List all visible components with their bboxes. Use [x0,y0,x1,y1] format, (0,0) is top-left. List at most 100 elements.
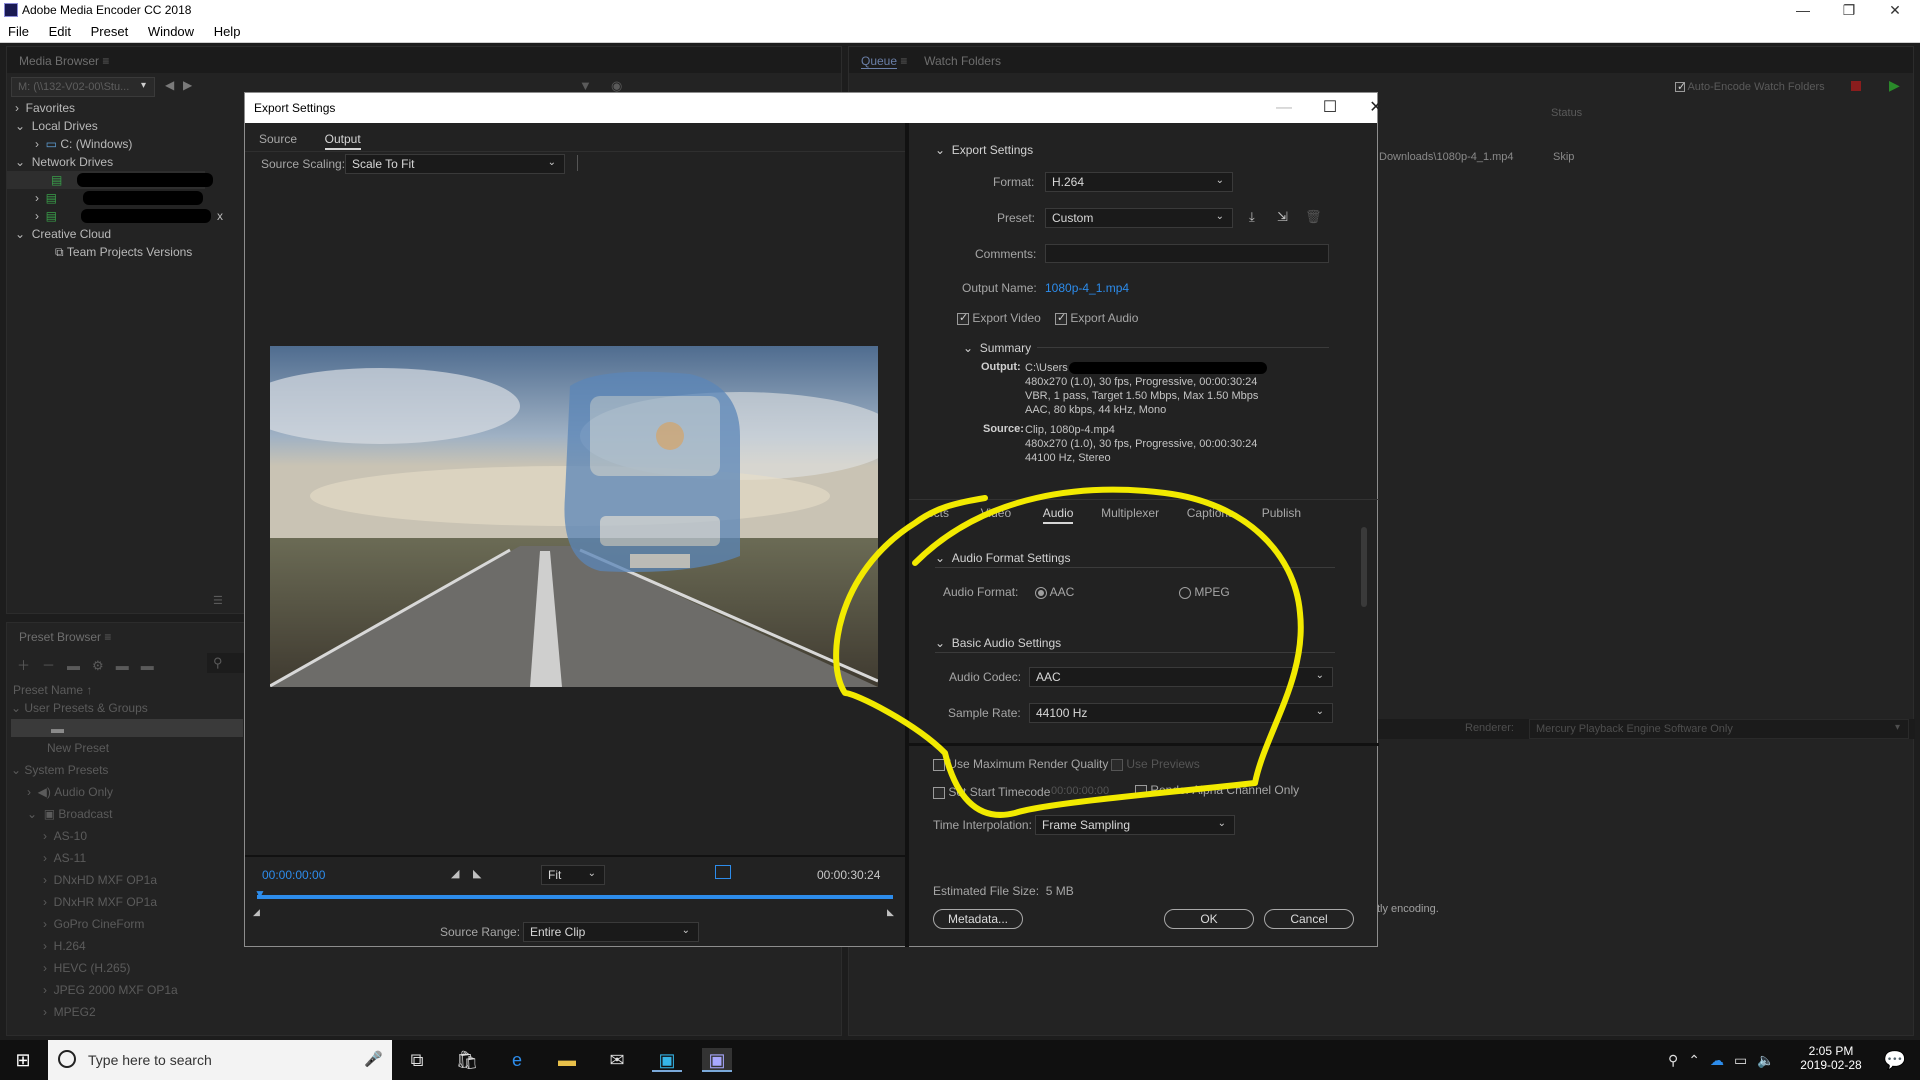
tree-creative-cloud[interactable]: ⌄ Creative Cloud [7,225,205,243]
preset-dropdown[interactable]: Custom ⌄ [1045,208,1233,228]
export-preset-icon[interactable]: ▬ [141,658,166,673]
people-icon[interactable]: ⚲ [1668,1052,1688,1068]
source-scaling-dropdown[interactable]: Scale To Fit ⌄ [345,154,565,174]
volume-icon[interactable]: 🔈 [1757,1052,1784,1068]
media-browser-path-dropdown[interactable]: M: (\\132-V02-00\Stu... ▾ [11,77,155,97]
zoom-dropdown[interactable]: Fit ⌄ [541,865,605,885]
taskbar-search-box[interactable]: Type here to search 🎤 [48,1040,392,1080]
network-icon[interactable]: ▭ [1734,1052,1757,1068]
microphone-icon[interactable]: 🎤 [364,1050,383,1068]
queue-item-path[interactable]: Downloads\1080p-4_1.mp4 [1379,151,1514,163]
mark-out-icon[interactable]: ◣ [473,867,481,880]
aspect-ratio-icon[interactable] [715,865,731,879]
timeline-scrub-bar[interactable] [257,895,893,899]
output-name-link[interactable]: 1080p-4_1.mp4 [1045,281,1129,295]
tree-c-drive[interactable]: › ▭ C: (Windows) [7,135,205,153]
minimize-icon[interactable]: — [1780,0,1826,20]
menu-window[interactable]: Window [140,20,202,39]
cancel-button[interactable]: Cancel [1264,909,1354,929]
system-presets-group[interactable]: ⌄ System Presets [11,761,108,779]
playhead-icon[interactable]: ▼ [254,887,266,901]
save-preset-icon[interactable]: ⤓ [1249,209,1255,225]
mark-in-icon[interactable]: ◢ [451,867,459,880]
tree-network-drive-1[interactable]: ▤ [7,171,213,189]
tab-queue[interactable]: Queue [861,54,898,69]
menu-file[interactable]: File [0,20,37,39]
mail-icon[interactable]: ✉ [602,1048,632,1072]
edge-browser-icon[interactable]: e [502,1048,532,1072]
preset-hevc[interactable]: › HEVC (H.265) [43,959,130,977]
preset-mpeg2[interactable]: › MPEG2 [43,1003,96,1021]
add-preset-icon[interactable]: ＋ [17,658,42,673]
export-video-toggle[interactable]: Export Video [957,311,1041,325]
tree-team-projects[interactable]: ⧉ Team Projects Versions [7,243,205,261]
stop-icon[interactable] [1851,81,1861,91]
preset-dnxhr[interactable]: › DNxHR MXF OP1a [43,893,157,911]
summary-header[interactable]: ⌄ Summary [963,341,1038,355]
import-preset-icon[interactable]: ▬ [116,658,141,673]
format-dropdown[interactable]: H.264 ⌄ [1045,172,1233,192]
export-video-checkbox[interactable] [957,311,969,325]
windows-start-icon[interactable]: ⊞ [8,1048,38,1072]
dialog-minimize-icon[interactable]: — [1261,93,1307,123]
taskbar-clock[interactable]: 2:05 PM 2019-02-28 [1796,1044,1866,1072]
store-icon[interactable]: 🛍 [452,1048,482,1072]
media-encoder-taskbar-icon[interactable]: ▣ [702,1048,732,1072]
show-hidden-icons[interactable]: ⌃ [1688,1052,1710,1068]
list-view-icon[interactable]: ☰ [213,594,223,607]
import-preset-icon[interactable]: ⇲ [1277,209,1288,225]
preset-dnxhd[interactable]: › DNxHD MXF OP1a [43,871,157,889]
menu-edit[interactable]: Edit [41,20,79,39]
tab-watch-folders[interactable]: Watch Folders [924,54,1001,68]
menu-help[interactable]: Help [206,20,249,39]
tree-network-drive-3[interactable]: › ▤ x [7,207,223,225]
dialog-close-icon[interactable]: ✕ [1353,93,1399,123]
new-preset-item[interactable]: New Preset [47,739,109,757]
export-audio-toggle[interactable]: Export Audio [1055,311,1138,325]
restore-icon[interactable]: ❐ [1826,0,1872,20]
tree-local-drives[interactable]: ⌄ Local Drives [7,117,205,135]
user-presets-group[interactable]: ⌄ User Presets & Groups [11,699,148,717]
tree-favorites[interactable]: › Favorites [7,99,205,117]
task-view-icon[interactable]: ⧉ [402,1048,432,1072]
export-settings-header[interactable]: ⌄ Export Settings [935,143,1033,157]
comments-field[interactable] [1045,244,1329,263]
delete-preset-icon[interactable]: 🗑 [1305,209,1322,225]
preset-h264[interactable]: › H.264 [43,937,86,955]
source-range-dropdown[interactable]: Entire Clip ⌄ [523,922,699,942]
tree-network-drives[interactable]: ⌄ Network Drives [7,153,205,171]
user-preset-folder-row[interactable]: ▬ [11,719,243,737]
forward-arrow-icon[interactable]: ▶ [183,78,192,92]
metadata-button[interactable]: Metadata... [933,909,1023,929]
renderer-dropdown[interactable]: Mercury Playback Engine Software Only ▾ [1529,719,1909,739]
preset-gopro[interactable]: › GoPro CineForm [43,915,144,933]
filter-icon[interactable]: ▼ [579,78,592,93]
out-point-icon[interactable]: ◣ [887,907,894,918]
auto-encode-toggle[interactable]: Auto-Encode Watch Folders [1675,80,1825,93]
preset-as10[interactable]: › AS-10 [43,827,87,845]
preset-settings-icon[interactable]: ⚙ [92,658,116,673]
drive-disconnect-x[interactable]: x [217,207,223,225]
remove-preset-icon[interactable]: － [42,658,67,673]
preset-as11[interactable]: › AS-11 [43,849,86,867]
in-point-icon[interactable]: ◢ [253,907,260,918]
tree-network-drive-2[interactable]: › ▤ [7,189,205,207]
export-audio-checkbox[interactable] [1055,311,1067,325]
start-queue-icon[interactable]: ▶ [1889,77,1900,94]
tab-output[interactable]: Output [324,132,361,150]
settings-scrollbar[interactable] [1361,527,1367,607]
auto-encode-checkbox[interactable] [1675,80,1686,93]
file-explorer-icon[interactable]: ▬ [552,1048,582,1072]
notifications-icon[interactable]: 💬 [1880,1048,1910,1072]
back-arrow-icon[interactable]: ◀ [165,78,174,92]
current-timecode[interactable]: 00:00:00:00 [262,868,325,882]
onedrive-icon[interactable]: ☁ [1710,1052,1734,1068]
menu-preset[interactable]: Preset [83,20,137,39]
close-icon[interactable]: ✕ [1872,0,1918,20]
preset-broadcast[interactable]: ⌄ ▣ Broadcast [27,805,112,823]
tab-source[interactable]: Source [259,132,297,146]
preset-name-column-header[interactable]: Preset Name ↑ [13,681,92,699]
dialog-maximize-icon[interactable]: ☐ [1307,93,1353,123]
new-group-icon[interactable]: ▬ [67,658,92,673]
preset-audio-only[interactable]: › ◀) Audio Only [27,783,113,801]
